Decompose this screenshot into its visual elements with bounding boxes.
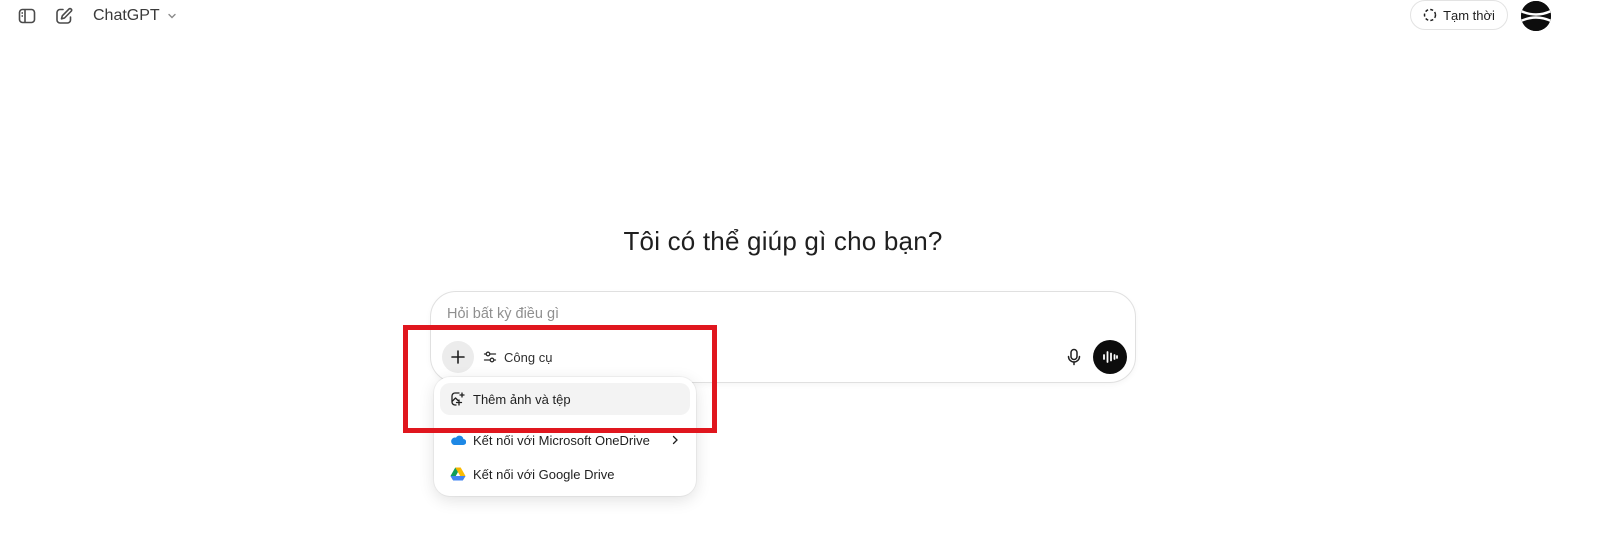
model-switcher[interactable]: ChatGPT — [93, 7, 178, 25]
chatgpt-page: ChatGPT Tạm thời Tôi có thể giúp gì cho … — [0, 0, 1600, 553]
menu-item-connect-google-drive[interactable]: Kết nối với Google Drive — [440, 458, 690, 490]
prompt-input[interactable] — [447, 306, 1047, 322]
chevron-down-icon — [166, 10, 178, 22]
voice-mode-button[interactable] — [1093, 340, 1127, 374]
add-file-icon — [450, 391, 466, 407]
tools-button[interactable]: Công cụ — [483, 342, 552, 372]
sidebar-toggle-button[interactable] — [14, 3, 40, 29]
dictate-button[interactable] — [1059, 342, 1089, 372]
user-avatar-icon — [1521, 1, 1551, 31]
new-chat-button[interactable] — [51, 3, 77, 29]
temporary-chat-button[interactable]: Tạm thời — [1410, 0, 1508, 30]
onedrive-icon — [450, 432, 466, 448]
sidebar-toggle-icon — [18, 8, 36, 24]
voice-waveform-icon — [1103, 351, 1118, 363]
compose-icon — [56, 7, 73, 24]
attach-menu: Thêm ảnh và tệp Kết nối với Microsoft On… — [434, 377, 696, 496]
menu-item-connect-onedrive[interactable]: Kết nối với Microsoft OneDrive — [440, 424, 690, 456]
menu-item-label: Thêm ảnh và tệp — [473, 391, 571, 407]
composer: Công cụ — [430, 291, 1136, 383]
menu-item-label: Kết nối với Microsoft OneDrive — [473, 432, 650, 448]
attach-button[interactable] — [442, 341, 474, 373]
avatar[interactable] — [1521, 1, 1551, 31]
sliders-icon — [483, 350, 497, 364]
menu-item-add-photos-files[interactable]: Thêm ảnh và tệp — [440, 383, 690, 415]
page-title: Tôi có thể giúp gì cho bạn? — [623, 226, 943, 256]
menu-item-label: Kết nối với Google Drive — [473, 466, 615, 482]
tools-label: Công cụ — [504, 349, 553, 365]
microphone-icon — [1067, 348, 1081, 366]
temporary-chat-label: Tạm thời — [1443, 7, 1495, 23]
model-name: ChatGPT — [93, 7, 160, 24]
dashed-circle-icon — [1423, 8, 1437, 22]
chevron-right-icon — [670, 435, 680, 445]
plus-icon — [451, 350, 465, 364]
google-drive-icon — [450, 466, 466, 482]
topbar-left: ChatGPT — [14, 3, 178, 29]
